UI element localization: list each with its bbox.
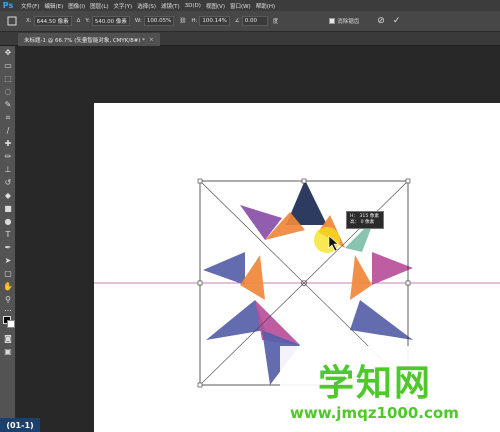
- lasso-tool-icon[interactable]: ◌: [3, 87, 13, 97]
- history-brush-icon[interactable]: ↺: [3, 178, 13, 188]
- angle-field[interactable]: 0.00: [241, 16, 268, 26]
- menu-bar: Ps 文件(F) 编辑(E) 图像(I) 图层(L) 文字(Y) 选择(S) 滤…: [0, 0, 500, 11]
- corner-badge: (01-1): [0, 418, 40, 432]
- type-tool-icon[interactable]: T: [3, 230, 13, 240]
- menu-layer[interactable]: 图层(L): [90, 2, 108, 10]
- close-icon[interactable]: ×: [149, 37, 154, 43]
- move-tool-icon[interactable]: ✥: [3, 48, 13, 58]
- eraser-tool-icon[interactable]: ◆: [3, 191, 13, 201]
- angle-icon: ∠: [234, 18, 240, 24]
- menu-help[interactable]: 帮助(H): [256, 2, 275, 10]
- menu-3d[interactable]: 3D(D): [185, 3, 201, 9]
- commit-icon[interactable]: ✓: [393, 16, 401, 26]
- x-field[interactable]: 644.50 像素: [33, 16, 72, 26]
- tools-panel: ✥ ▭ ⬚ ◌ ✎ ⌗ ∕ ✚ ✏ ⊥ ↺ ◆ ■ ● T ✒ ➤ ▢ ✋ ⚲ …: [0, 46, 16, 432]
- quick-mask-icon[interactable]: ◙: [3, 334, 13, 344]
- clone-stamp-icon[interactable]: ⊥: [3, 165, 13, 175]
- more-tools-icon[interactable]: …: [3, 304, 13, 314]
- link-icon[interactable]: ⛓: [179, 18, 186, 24]
- y-field[interactable]: 540.00 像素: [91, 16, 130, 26]
- watermark-title: 学知网: [318, 363, 433, 404]
- menu-type[interactable]: 文字(Y): [114, 2, 133, 10]
- blur-tool-icon[interactable]: ●: [3, 217, 13, 227]
- screen-mode-icon[interactable]: ▣: [3, 347, 13, 357]
- watermark-url: www.jmqz1000.com: [290, 404, 459, 422]
- antialias-label: 消除锯齿: [337, 19, 360, 25]
- menu-filter[interactable]: 滤镜(T): [161, 2, 180, 10]
- menu-view[interactable]: 视图(V): [206, 2, 225, 10]
- tab-title: 未标题-1 @ 66.7% (矢量智能对象, CMYK/8#) *: [24, 37, 146, 44]
- menu-image[interactable]: 图像(I): [68, 2, 85, 10]
- menu-file[interactable]: 文件(F): [21, 2, 39, 10]
- pen-tool-icon[interactable]: ✒: [3, 243, 13, 253]
- document-tab[interactable]: 未标题-1 @ 66.7% (矢量智能对象, CMYK/8#) * ×: [18, 33, 160, 46]
- shape-tool-icon[interactable]: ▢: [3, 269, 13, 279]
- gradient-tool-icon[interactable]: ■: [3, 204, 13, 214]
- app-logo: Ps: [2, 1, 14, 10]
- tooltip-line2: 高： 0 像素: [350, 220, 375, 225]
- delta-icon[interactable]: Δ: [77, 18, 81, 24]
- quick-select-icon[interactable]: ✎: [3, 100, 13, 110]
- artboard-tool-icon[interactable]: ▭: [3, 61, 13, 71]
- y-label: Y:: [85, 18, 90, 24]
- transform-tool-icon[interactable]: [3, 14, 21, 28]
- hand-tool-icon[interactable]: ✋: [3, 282, 13, 292]
- h-label: H:: [191, 18, 198, 24]
- h-field[interactable]: 100.14%: [199, 16, 230, 26]
- angle-unit: 度: [272, 19, 279, 25]
- path-select-icon[interactable]: ➤: [3, 256, 13, 266]
- antialias-checkbox[interactable]: [329, 18, 336, 24]
- menu-window[interactable]: 窗口(W): [230, 2, 251, 10]
- brush-tool-icon[interactable]: ✏: [3, 152, 13, 162]
- background-color-swatch[interactable]: [7, 320, 15, 328]
- cancel-icon[interactable]: ⊘: [377, 16, 385, 26]
- healing-brush-icon[interactable]: ✚: [3, 139, 13, 149]
- crop-tool-icon[interactable]: ⌗: [3, 113, 13, 123]
- options-bar: X: 644.50 像素 Δ Y: 540.00 像素 W: 100.05% ⛓…: [0, 11, 500, 32]
- document-tab-bar: 未标题-1 @ 66.7% (矢量智能对象, CMYK/8#) * ×: [0, 32, 500, 46]
- menu-select[interactable]: 选择(S): [137, 2, 156, 10]
- x-label: X:: [26, 18, 32, 24]
- eyedropper-icon[interactable]: ∕: [3, 126, 13, 136]
- marquee-tool-icon[interactable]: ⬚: [3, 74, 13, 84]
- transform-tooltip: H： 315 像素 高： 0 像素: [346, 211, 384, 229]
- w-field[interactable]: 100.05%: [143, 16, 175, 26]
- menu-edit[interactable]: 编辑(E): [44, 2, 63, 10]
- w-label: W:: [134, 18, 142, 24]
